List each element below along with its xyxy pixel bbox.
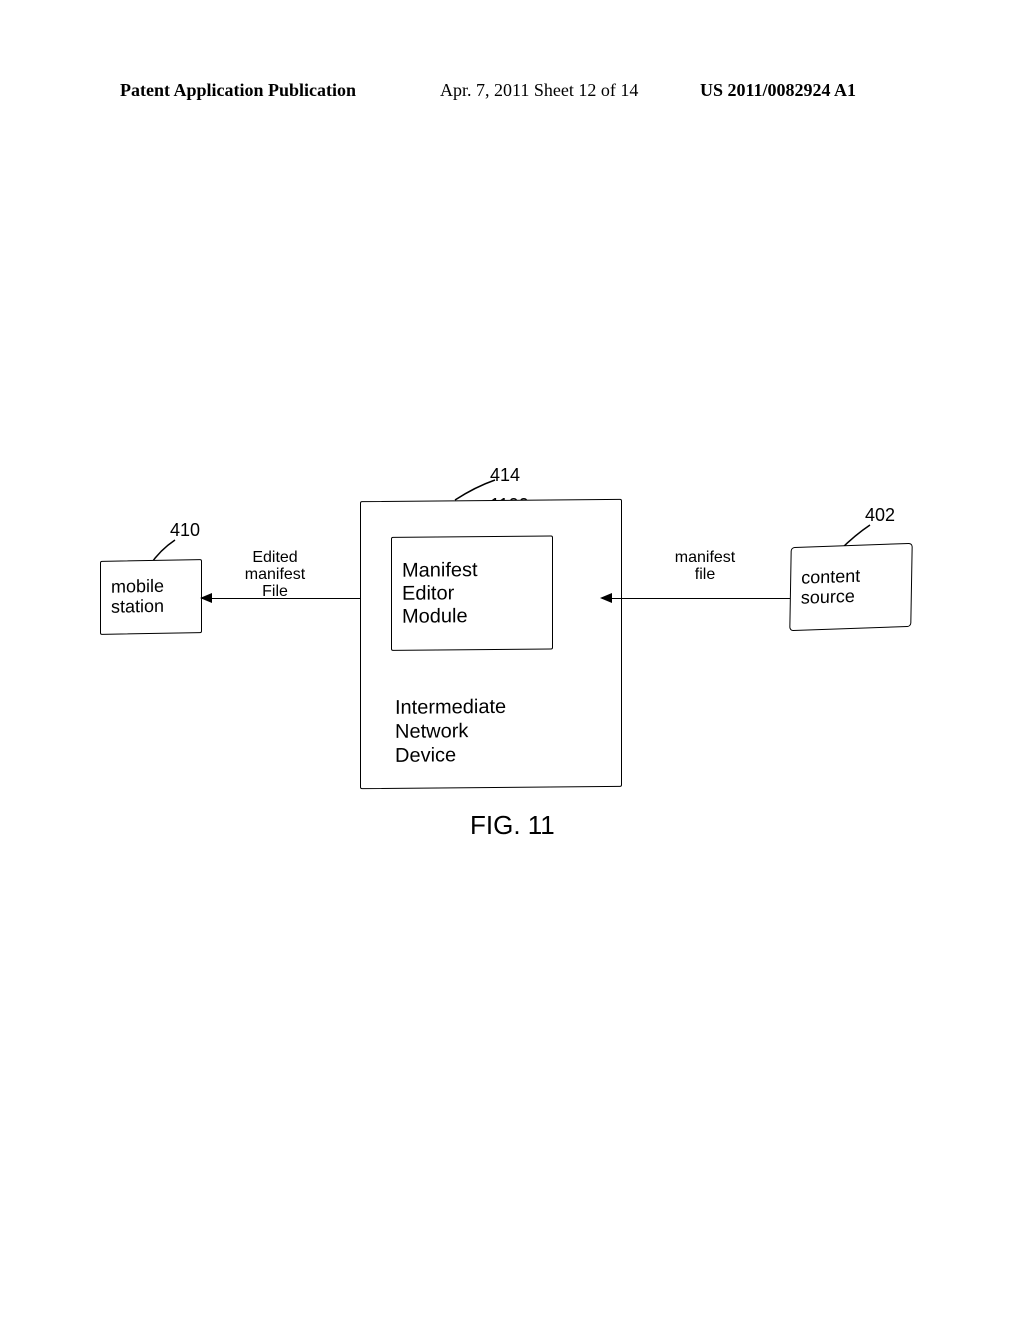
ref-410: 410 (170, 520, 200, 541)
figure-number-label: FIG. 11 (470, 810, 555, 841)
header-mid: Apr. 7, 2011 Sheet 12 of 14 (440, 80, 638, 101)
ref-414: 414 (490, 465, 520, 486)
mobile-station-line1: mobile (111, 577, 164, 598)
block-mobile-station: mobile station (100, 559, 202, 635)
mobile-station-line2: station (111, 597, 164, 618)
manifest-file-line2: file (695, 566, 715, 583)
figure-diagram: 410 414 1100 402 mobile station Manifest… (100, 490, 920, 840)
block-content-source: content source (789, 543, 912, 631)
intermediate-line3: Device (395, 744, 456, 767)
edge-label-edited-manifest: Edited manifest File (220, 550, 330, 600)
manifest-editor-line2: Editor (402, 582, 454, 605)
block-intermediate-network-device: Manifest Editor Module Intermediate Netw… (360, 499, 622, 789)
block-manifest-editor-module: Manifest Editor Module (391, 535, 553, 650)
manifest-editor-line1: Manifest (402, 559, 478, 583)
ref-402: 402 (865, 505, 895, 526)
manifest-file-line1: manifest (675, 549, 735, 566)
edge-label-manifest-file: manifest file (650, 550, 760, 584)
edited-manifest-line1: Edited (252, 549, 297, 566)
edited-manifest-line3: File (262, 583, 288, 600)
edge-manifest-file (602, 598, 790, 599)
arrowhead-to-intermediate (600, 593, 612, 603)
header-right: US 2011/0082924 A1 (700, 80, 856, 101)
intermediate-device-label: Intermediate Network Device (395, 695, 506, 768)
header-left: Patent Application Publication (120, 80, 356, 101)
page: Patent Application Publication Apr. 7, 2… (0, 0, 1024, 1320)
arrowhead-to-mobile (200, 593, 212, 603)
content-source-line2: source (801, 587, 855, 609)
intermediate-line2: Network (395, 720, 468, 743)
intermediate-line1: Intermediate (395, 696, 506, 719)
manifest-editor-line3: Module (402, 605, 468, 629)
edited-manifest-line2: manifest (245, 566, 305, 583)
